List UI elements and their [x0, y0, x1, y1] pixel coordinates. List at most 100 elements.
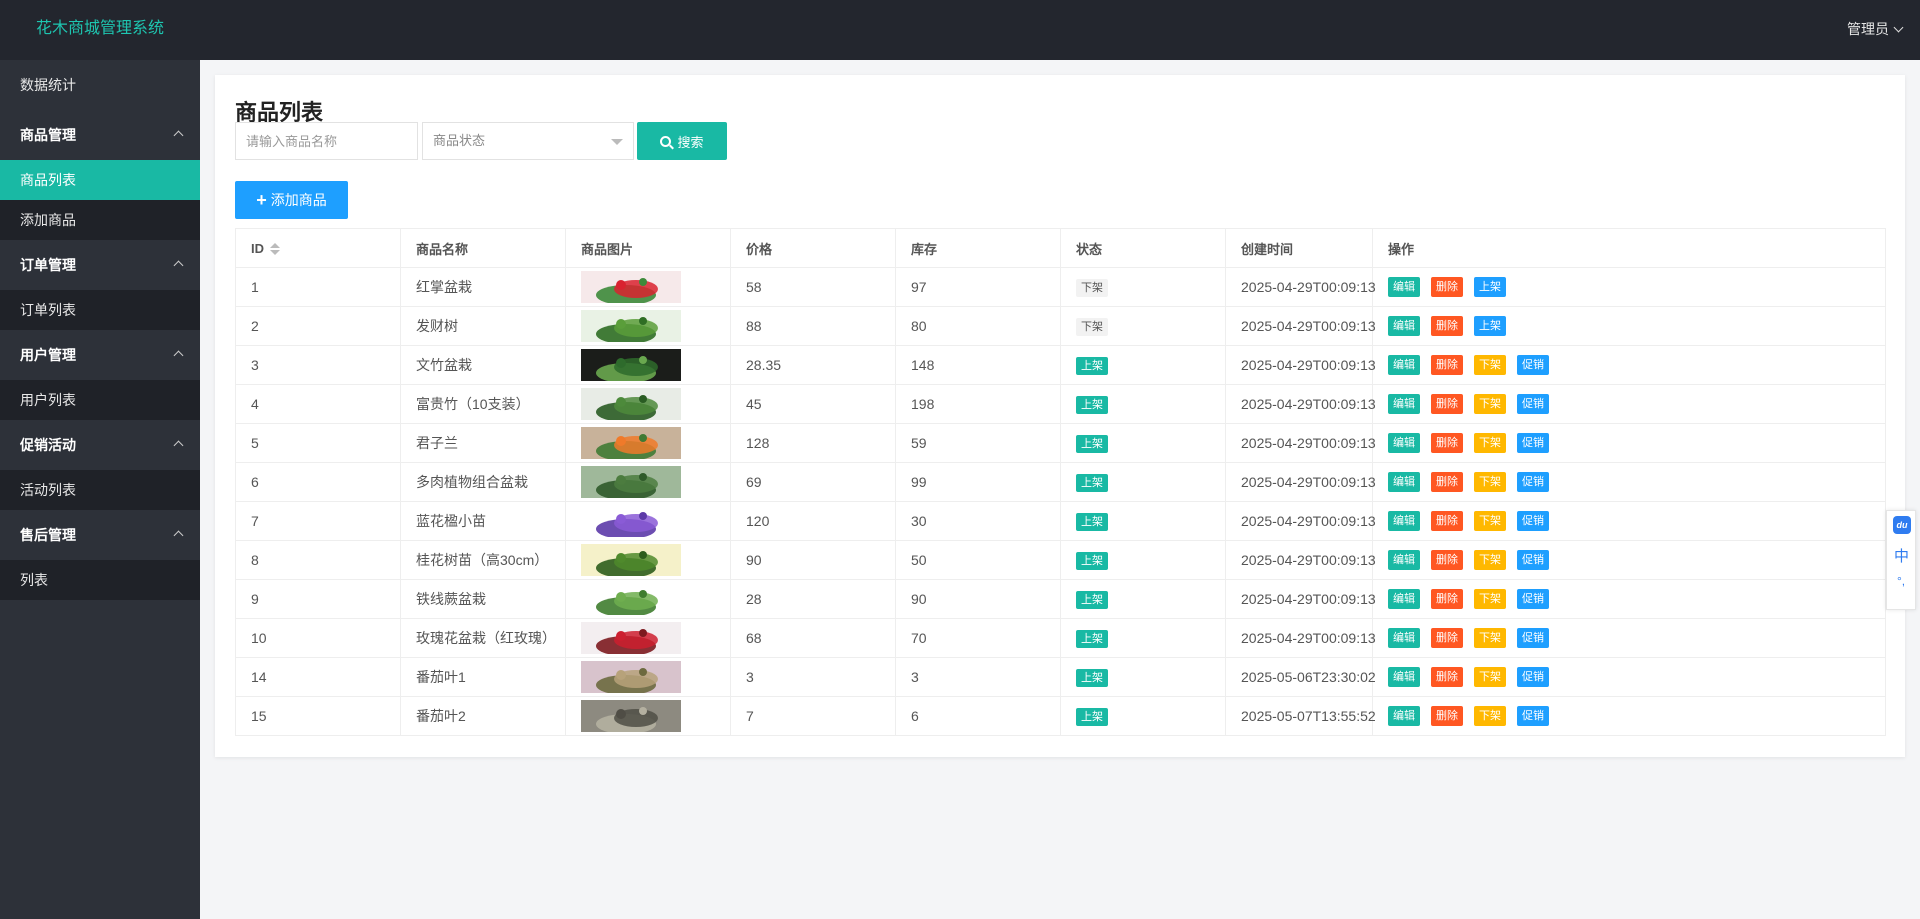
punctuation-icon[interactable]: °,	[1897, 574, 1905, 588]
cell-price: 28.35	[730, 345, 896, 385]
delete-button[interactable]: 删除	[1431, 511, 1463, 531]
cell-created: 2025-04-29T00:09:13	[1225, 423, 1376, 463]
sidebar-group-after-sales[interactable]: 售后管理	[0, 510, 200, 560]
promote-button[interactable]: 促销	[1517, 472, 1549, 492]
add-product-button[interactable]: + 添加商品	[235, 181, 348, 219]
sidebar-item-product-list[interactable]: 商品列表	[0, 160, 200, 200]
put-on-shelf-button[interactable]: 上架	[1474, 316, 1506, 336]
edit-button[interactable]: 编辑	[1388, 706, 1420, 726]
cell-status: 上架	[1060, 540, 1226, 580]
edit-button[interactable]: 编辑	[1388, 394, 1420, 414]
cell-id: 1	[235, 267, 401, 307]
cell-created: 2025-04-29T00:09:13	[1225, 306, 1376, 346]
app-title[interactable]: 花木商城管理系统	[36, 0, 164, 58]
delete-button[interactable]: 删除	[1431, 550, 1463, 570]
sidebar-item-after-sales-list[interactable]: 列表	[0, 560, 200, 600]
promote-button[interactable]: 促销	[1517, 433, 1549, 453]
take-off-shelf-button[interactable]: 下架	[1474, 667, 1506, 687]
promote-button[interactable]: 促销	[1517, 511, 1549, 531]
sidebar-group-orders[interactable]: 订单管理	[0, 240, 200, 290]
sidebar-group-users[interactable]: 用户管理	[0, 330, 200, 380]
cell-status: 上架	[1060, 501, 1226, 541]
delete-button[interactable]: 删除	[1431, 706, 1463, 726]
sidebar-item-add-product[interactable]: 添加商品	[0, 200, 200, 240]
product-name-search-input[interactable]	[235, 122, 418, 160]
cell-status: 上架	[1060, 345, 1226, 385]
cell-image	[565, 384, 731, 424]
baidu-icon[interactable]: du	[1893, 516, 1911, 534]
sidebar-item-dashboard[interactable]: 数据统计	[0, 60, 200, 110]
status-badge: 下架	[1076, 278, 1108, 297]
sidebar-item-activity-list[interactable]: 活动列表	[0, 470, 200, 510]
edit-button[interactable]: 编辑	[1388, 433, 1420, 453]
cell-id: 10	[235, 618, 401, 658]
table-row: 10 玫瑰花盆栽（红玫瑰） 68 70 上架 2025-04-29T00:09:13 编辑…	[235, 618, 1886, 658]
edit-button[interactable]: 编辑	[1388, 667, 1420, 687]
status-badge: 上架	[1076, 629, 1108, 648]
search-button[interactable]: 搜索	[637, 122, 727, 160]
chevron-down-icon	[1893, 22, 1904, 32]
user-menu[interactable]: 管理员	[1847, 0, 1904, 58]
sidebar-item-user-list[interactable]: 用户列表	[0, 380, 200, 420]
edit-button[interactable]: 编辑	[1388, 628, 1420, 648]
take-off-shelf-button[interactable]: 下架	[1474, 589, 1506, 609]
edit-button[interactable]: 编辑	[1388, 472, 1420, 492]
sidebar-item-order-list[interactable]: 订单列表	[0, 290, 200, 330]
take-off-shelf-button[interactable]: 下架	[1474, 628, 1506, 648]
product-status-select[interactable]: 商品状态	[422, 122, 634, 160]
chevron-up-icon	[173, 440, 184, 451]
status-badge: 上架	[1076, 707, 1108, 726]
edit-button[interactable]: 编辑	[1388, 589, 1420, 609]
cell-image	[565, 657, 731, 697]
delete-button[interactable]: 删除	[1431, 433, 1463, 453]
cell-price: 69	[730, 462, 896, 502]
promote-button[interactable]: 促销	[1517, 706, 1549, 726]
chinese-mode-toggle[interactable]: 中	[1894, 545, 1909, 566]
promote-button[interactable]: 促销	[1517, 589, 1549, 609]
promote-button[interactable]: 促销	[1517, 355, 1549, 375]
edit-button[interactable]: 编辑	[1388, 355, 1420, 375]
cell-price: 3	[730, 657, 896, 697]
cell-actions: 编辑 删除 下架 促销	[1372, 579, 1886, 619]
cell-id: 8	[235, 540, 401, 580]
cell-image	[565, 696, 731, 736]
product-table: ID 商品名称 商品图片 价格 库存 状态 创建时间 操作 1 红掌盆栽 58 97…	[235, 228, 1886, 736]
take-off-shelf-button[interactable]: 下架	[1474, 511, 1506, 531]
sidebar-group-products[interactable]: 商品管理	[0, 110, 200, 160]
delete-button[interactable]: 删除	[1431, 667, 1463, 687]
take-off-shelf-button[interactable]: 下架	[1474, 550, 1506, 570]
cell-created: 2025-04-29T00:09:13	[1225, 618, 1376, 658]
edit-button[interactable]: 编辑	[1388, 511, 1420, 531]
edit-button[interactable]: 编辑	[1388, 550, 1420, 570]
edit-button[interactable]: 编辑	[1388, 277, 1420, 297]
edit-button[interactable]: 编辑	[1388, 316, 1420, 336]
take-off-shelf-button[interactable]: 下架	[1474, 355, 1506, 375]
promote-button[interactable]: 促销	[1517, 394, 1549, 414]
cell-actions: 编辑 删除 下架 促销	[1372, 501, 1886, 541]
delete-button[interactable]: 删除	[1431, 277, 1463, 297]
delete-button[interactable]: 删除	[1431, 472, 1463, 492]
cell-stock: 80	[895, 306, 1061, 346]
take-off-shelf-button[interactable]: 下架	[1474, 394, 1506, 414]
chevron-up-icon	[173, 350, 184, 361]
column-header-actions: 操作	[1372, 228, 1886, 268]
promote-button[interactable]: 促销	[1517, 667, 1549, 687]
delete-button[interactable]: 删除	[1431, 628, 1463, 648]
cell-actions: 编辑 删除 下架 促销	[1372, 423, 1886, 463]
delete-button[interactable]: 删除	[1431, 316, 1463, 336]
promote-button[interactable]: 促销	[1517, 550, 1549, 570]
take-off-shelf-button[interactable]: 下架	[1474, 706, 1506, 726]
put-on-shelf-button[interactable]: 上架	[1474, 277, 1506, 297]
delete-button[interactable]: 删除	[1431, 394, 1463, 414]
delete-button[interactable]: 删除	[1431, 355, 1463, 375]
promote-button[interactable]: 促销	[1517, 628, 1549, 648]
delete-button[interactable]: 删除	[1431, 589, 1463, 609]
take-off-shelf-button[interactable]: 下架	[1474, 472, 1506, 492]
column-header-name: 商品名称	[400, 228, 566, 268]
column-header-id[interactable]: ID	[235, 228, 401, 268]
cell-stock: 59	[895, 423, 1061, 463]
take-off-shelf-button[interactable]: 下架	[1474, 433, 1506, 453]
input-method-widget[interactable]: du 中 °,	[1886, 510, 1916, 610]
sort-icon[interactable]	[270, 243, 280, 256]
sidebar-group-promotions[interactable]: 促销活动	[0, 420, 200, 470]
